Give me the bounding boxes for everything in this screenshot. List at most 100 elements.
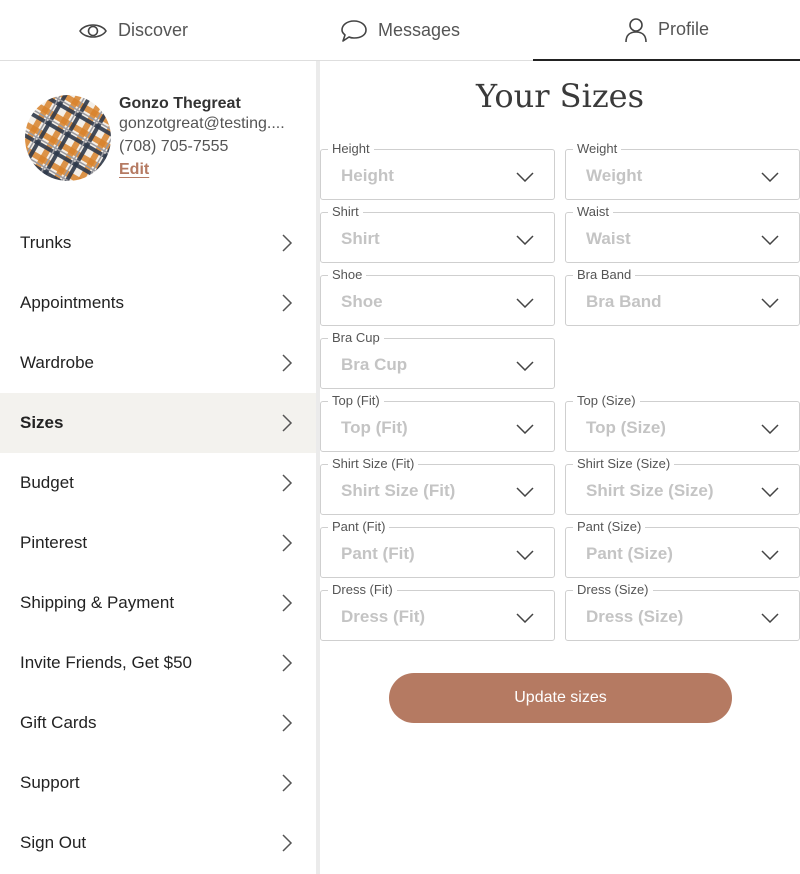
- chevron-down-icon: [761, 424, 779, 434]
- field-label: Top (Fit): [328, 393, 384, 408]
- field-placeholder: Top (Size): [586, 418, 666, 437]
- top-fit-select[interactable]: Top (Fit) Top (Fit): [320, 393, 555, 452]
- chevron-down-icon: [516, 550, 534, 560]
- profile-card: Gonzo Thegreat gonzotgreat@testing.... (…: [0, 61, 316, 211]
- chevron-right-icon: [282, 654, 293, 672]
- sidebar-item-label: Support: [20, 773, 80, 792]
- field-label: Pant (Fit): [328, 519, 390, 534]
- top-size-select[interactable]: Top (Size) Top (Size): [565, 393, 800, 452]
- height-select[interactable]: Height Height: [320, 141, 555, 200]
- field-label: Pant (Size): [573, 519, 646, 534]
- chevron-down-icon: [761, 235, 779, 245]
- shirt-size-size-select[interactable]: Shirt Size (Size) Shirt Size (Size): [565, 456, 800, 515]
- sidebar-item-sign-out[interactable]: Sign Out: [0, 813, 316, 873]
- chevron-down-icon: [516, 424, 534, 434]
- sidebar-item-label: Wardrobe: [20, 353, 95, 372]
- update-sizes-button[interactable]: Update sizes: [389, 673, 732, 723]
- field-placeholder: Waist: [586, 229, 631, 248]
- sidebar-item-label: Appointments: [20, 293, 124, 312]
- sidebar-item-gift-cards[interactable]: Gift Cards: [0, 693, 316, 753]
- chevron-down-icon: [761, 487, 779, 497]
- chevron-down-icon: [516, 487, 534, 497]
- chevron-down-icon: [761, 613, 779, 623]
- chat-bubble-icon: [340, 19, 368, 43]
- pant-size-select[interactable]: Pant (Size) Pant (Size): [565, 519, 800, 578]
- chevron-down-icon: [516, 361, 534, 371]
- shirt-size-fit-select[interactable]: Shirt Size (Fit) Shirt Size (Fit): [320, 456, 555, 515]
- sidebar-item-label: Shipping & Payment: [20, 593, 175, 612]
- sidebar-item-label: Trunks: [20, 233, 72, 252]
- shirt-select[interactable]: Shirt Shirt: [320, 204, 555, 263]
- field-placeholder: Weight: [586, 166, 643, 185]
- sidebar-item-support[interactable]: Support: [0, 753, 316, 813]
- chevron-right-icon: [282, 714, 293, 732]
- bra-band-select[interactable]: Bra Band Bra Band: [565, 267, 800, 326]
- tab-profile-label: Profile: [657, 19, 710, 39]
- sidebar-item-pinterest[interactable]: Pinterest: [0, 513, 316, 573]
- field-label: Shirt Size (Size): [573, 456, 675, 471]
- field-label: Dress (Size): [573, 582, 653, 597]
- field-placeholder: Shirt Size (Size): [586, 481, 714, 500]
- tab-discover-label: Discover: [117, 20, 188, 40]
- sidebar-item-label: Budget: [20, 473, 74, 492]
- chevron-down-icon: [516, 172, 534, 182]
- chevron-right-icon: [282, 534, 293, 552]
- field-placeholder: Bra Cup: [341, 355, 408, 374]
- field-label: Shoe: [328, 267, 367, 282]
- field-label: Shirt Size (Fit): [328, 456, 419, 471]
- field-placeholder: Dress (Fit): [341, 607, 426, 626]
- weight-select[interactable]: Weight Weight: [565, 141, 800, 200]
- field-placeholder: Height: [341, 166, 394, 185]
- field-label: Weight: [573, 141, 622, 156]
- chevron-down-icon: [516, 235, 534, 245]
- tab-messages-label: Messages: [377, 20, 461, 40]
- chevron-right-icon: [282, 594, 293, 612]
- chevron-right-icon: [282, 834, 293, 852]
- dress-fit-select[interactable]: Dress (Fit) Dress (Fit): [320, 582, 555, 641]
- field-placeholder: Shirt Size (Fit): [341, 481, 456, 500]
- person-icon: [624, 17, 648, 43]
- sidebar-item-label: Sizes: [20, 413, 64, 432]
- eye-icon: [78, 21, 108, 41]
- field-label: Bra Band: [573, 267, 636, 282]
- profile-phone: (708) 705-7555: [119, 138, 229, 155]
- field-placeholder: Dress (Size): [586, 607, 684, 626]
- chevron-down-icon: [761, 172, 779, 182]
- waist-select[interactable]: Waist Waist: [565, 204, 800, 263]
- chevron-down-icon: [516, 298, 534, 308]
- sidebar-item-trunks[interactable]: Trunks: [0, 213, 316, 273]
- field-placeholder: Pant (Size): [586, 544, 673, 563]
- top-nav: Discover Messages Profile: [0, 0, 800, 61]
- sidebar-item-budget[interactable]: Budget: [0, 453, 316, 513]
- sidebar-item-label: Invite Friends, Get $50: [20, 653, 192, 672]
- edit-profile-link[interactable]: Edit: [119, 161, 149, 179]
- dress-size-select[interactable]: Dress (Size) Dress (Size): [565, 582, 800, 641]
- sidebar-menu: Trunks Appointments Wardrobe Sizes Budge…: [0, 213, 316, 873]
- chevron-right-icon: [282, 354, 293, 372]
- chevron-right-icon: [282, 474, 293, 492]
- tab-discover[interactable]: Discover: [0, 0, 266, 61]
- sidebar-item-sizes[interactable]: Sizes: [0, 393, 316, 453]
- bra-cup-select[interactable]: Bra Cup Bra Cup: [320, 330, 555, 389]
- field-placeholder: Shirt: [341, 229, 380, 248]
- sidebar-item-shipping-payment[interactable]: Shipping & Payment: [0, 573, 316, 633]
- tab-profile[interactable]: Profile: [533, 0, 800, 61]
- chevron-down-icon: [761, 298, 779, 308]
- shoe-select[interactable]: Shoe Shoe: [320, 267, 555, 326]
- field-label: Height: [328, 141, 374, 156]
- sidebar-item-label: Pinterest: [20, 533, 88, 552]
- pant-fit-select[interactable]: Pant (Fit) Pant (Fit): [320, 519, 555, 578]
- chevron-right-icon: [282, 774, 293, 792]
- sidebar-item-appointments[interactable]: Appointments: [0, 273, 316, 333]
- profile-name: Gonzo Thegreat: [119, 95, 241, 112]
- sidebar-item-label: Gift Cards: [20, 713, 97, 732]
- field-label: Waist: [573, 204, 614, 219]
- sidebar-item-wardrobe[interactable]: Wardrobe: [0, 333, 316, 393]
- sidebar-item-invite-friends[interactable]: Invite Friends, Get $50: [0, 633, 316, 693]
- field-label: Shirt: [328, 204, 363, 219]
- chevron-down-icon: [761, 550, 779, 560]
- profile-email: gonzotgreat@testing....: [119, 115, 285, 132]
- field-placeholder: Top (Fit): [341, 418, 408, 437]
- field-placeholder: Bra Band: [586, 292, 662, 311]
- tab-messages[interactable]: Messages: [267, 0, 533, 61]
